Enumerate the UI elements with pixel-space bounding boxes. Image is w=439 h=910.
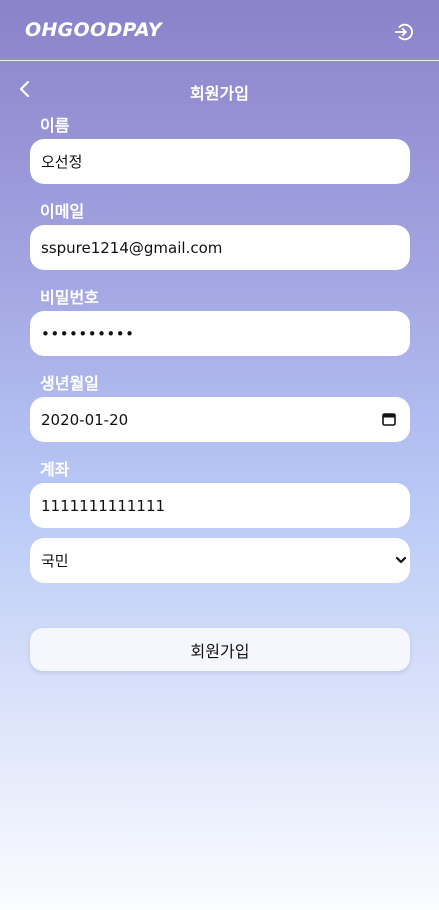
password-label: 비밀번호: [40, 288, 99, 307]
bank-selected-value: 국민: [41, 552, 69, 570]
top-bar: OHGOODPAY: [0, 0, 439, 61]
bank-select[interactable]: 국민: [30, 538, 410, 583]
password-value: ••••••••••: [41, 324, 135, 343]
email-label: 이메일: [40, 202, 85, 221]
birthdate-field[interactable]: 2020-01-20: [30, 397, 410, 442]
calendar-icon[interactable]: [382, 412, 396, 426]
page-title: 회원가입: [190, 84, 249, 103]
chevron-down-icon[interactable]: [395, 555, 407, 565]
app-logo[interactable]: OHGOODPAY: [25, 19, 162, 41]
name-label: 이름: [40, 116, 70, 135]
email-field[interactable]: sspure1214@gmail.com: [30, 225, 410, 270]
birthdate-label: 생년월일: [40, 374, 99, 393]
account-field[interactable]: 1111111111111: [30, 483, 410, 528]
account-value: 1111111111111: [41, 496, 166, 515]
signup-button[interactable]: 회원가입: [30, 628, 410, 671]
password-field[interactable]: ••••••••••: [30, 311, 410, 356]
name-value: 오선정: [41, 153, 83, 171]
logout-icon[interactable]: [393, 21, 415, 43]
page-header: 회원가입: [0, 62, 439, 112]
email-value: sspure1214@gmail.com: [41, 238, 223, 257]
birthdate-value: 2020-01-20: [41, 410, 129, 429]
name-field[interactable]: 오선정: [30, 139, 410, 184]
account-label: 계좌: [40, 460, 70, 479]
